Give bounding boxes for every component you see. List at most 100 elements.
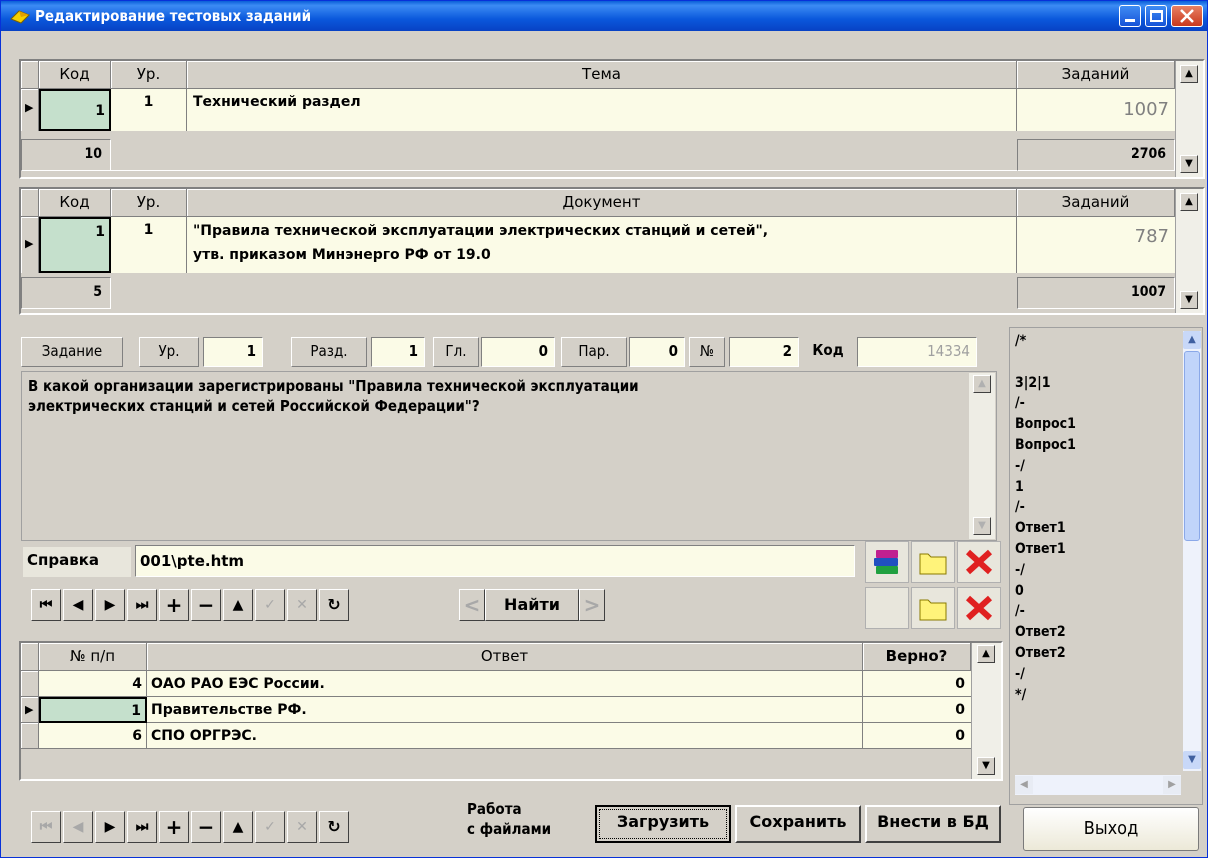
db-button[interactable]: Внести в БД	[865, 805, 1001, 843]
scroll-up-icon[interactable]: ▲	[973, 375, 991, 393]
question-textarea[interactable]: В какой организации зарегистрированы "Пр…	[21, 371, 997, 541]
nav-last-button[interactable]: ⏭	[127, 589, 157, 621]
close-button[interactable]	[1171, 5, 1203, 27]
topic-code-cell[interactable]: 1	[39, 89, 111, 131]
col-header-topic[interactable]: Тема	[187, 61, 1017, 89]
nav-next-button[interactable]: ▶	[95, 589, 125, 621]
help-path-input[interactable]: 001\pte.htm	[135, 545, 855, 577]
answer-num-cell[interactable]: 6	[39, 723, 147, 749]
file-line	[1015, 352, 1179, 373]
col-header-num[interactable]: № п/п	[39, 643, 147, 671]
row-indicator[interactable]: ▶	[21, 89, 39, 131]
open-folder-button-2[interactable]	[911, 587, 955, 629]
file-hscrollbar[interactable]: ◀ ▶	[1015, 775, 1181, 795]
answers-scrollbar[interactable]: ▲ ▼	[971, 643, 1001, 779]
scroll-left-icon[interactable]: ◀	[1015, 776, 1033, 794]
answer-text-cell[interactable]: СПО ОРГРЭС.	[147, 723, 863, 749]
nav-refresh-button[interactable]: ↻	[319, 589, 349, 621]
nav-cancel-button[interactable]: ✕	[287, 589, 317, 621]
nav-edit-button[interactable]: ▲	[223, 589, 253, 621]
load-button[interactable]: Загрузить	[595, 805, 731, 843]
books-button[interactable]	[865, 541, 909, 583]
scroll-down-icon[interactable]: ▼	[973, 517, 991, 535]
col-header-code[interactable]: Код	[39, 189, 111, 217]
answer-nav-prev-button[interactable]: ◀	[63, 811, 93, 843]
documents-scrollbar[interactable]: ▲ ▼	[1175, 189, 1203, 313]
col-header-count[interactable]: Заданий	[1017, 189, 1175, 217]
topic-count-cell[interactable]: 1007	[1017, 89, 1175, 131]
answer-num-cell[interactable]: 1	[39, 697, 147, 723]
answer-nav-post-button[interactable]: ✓	[255, 811, 285, 843]
row-indicator[interactable]: ▶	[21, 697, 39, 723]
answer-nav-delete-button[interactable]: −	[191, 811, 221, 843]
scroll-up-icon[interactable]: ▲	[1183, 331, 1201, 349]
nav-prev-button[interactable]: ◀	[63, 589, 93, 621]
save-button[interactable]: Сохранить	[735, 805, 861, 843]
document-count-cell[interactable]: 787	[1017, 217, 1175, 273]
task-paragraph-value[interactable]: 0	[629, 337, 685, 367]
topics-scrollbar[interactable]: ▲ ▼	[1175, 61, 1203, 177]
find-button[interactable]: Найти	[485, 589, 579, 621]
scroll-up-icon[interactable]: ▲	[1180, 65, 1198, 83]
col-header-document[interactable]: Документ	[187, 189, 1017, 217]
file-content-text: /* 3|2|1 /- Вопрос1 Вопрос1 -/ 1 /- Ответ1 Ответ…	[1015, 331, 1179, 771]
answer-correct-cell[interactable]: 0	[863, 723, 971, 749]
find-next-button[interactable]: >	[579, 589, 605, 621]
col-header-code[interactable]: Код	[39, 61, 111, 89]
task-number-value[interactable]: 2	[729, 337, 799, 367]
answer-text-cell[interactable]: Правительстве РФ.	[147, 697, 863, 723]
document-code-cell[interactable]: 1	[39, 217, 111, 273]
scroll-down-icon[interactable]: ▼	[1180, 155, 1198, 173]
file-scrollbar[interactable]: ▲ ▼	[1183, 331, 1201, 771]
answer-nav-first-button[interactable]: ⏮	[31, 811, 61, 843]
files-label-line1: Работа	[467, 800, 522, 818]
answer-nav-edit-button[interactable]: ▲	[223, 811, 253, 843]
document-level-cell[interactable]: 1	[111, 217, 187, 273]
task-chapter-value[interactable]: 0	[481, 337, 555, 367]
scroll-right-icon[interactable]: ▶	[1163, 776, 1181, 794]
disabled-tool-button[interactable]	[865, 587, 909, 629]
answer-num-cell[interactable]: 4	[39, 671, 147, 697]
scroll-thumb[interactable]	[1184, 351, 1200, 541]
question-scrollbar[interactable]: ▲ ▼	[969, 373, 995, 539]
answer-correct-cell[interactable]: 0	[863, 697, 971, 723]
answer-nav-add-button[interactable]: +	[159, 811, 189, 843]
scroll-down-icon[interactable]: ▼	[1183, 751, 1201, 769]
document-name-cell[interactable]: "Правила технической эксплуатации электр…	[187, 217, 1017, 273]
delete-button-2[interactable]	[957, 587, 1001, 629]
answer-nav-last-button[interactable]: ⏭	[127, 811, 157, 843]
answer-nav-refresh-button[interactable]: ↻	[319, 811, 349, 843]
nav-first-button[interactable]: ⏮	[31, 589, 61, 621]
delete-help-button[interactable]	[957, 541, 1001, 583]
col-header-level[interactable]: Ур.	[111, 61, 187, 89]
row-indicator[interactable]	[21, 671, 39, 697]
answer-nav-next-button[interactable]: ▶	[95, 811, 125, 843]
scroll-down-icon[interactable]: ▼	[1180, 291, 1198, 309]
scroll-down-icon[interactable]: ▼	[977, 757, 995, 775]
nav-add-button[interactable]: +	[159, 589, 189, 621]
maximize-button[interactable]	[1145, 5, 1167, 27]
nav-post-button[interactable]: ✓	[255, 589, 285, 621]
col-header-count[interactable]: Заданий	[1017, 61, 1175, 89]
minimize-button[interactable]	[1119, 5, 1141, 27]
row-indicator[interactable]: ▶	[21, 217, 39, 273]
task-section-label: Разд.	[291, 337, 367, 367]
find-prev-button[interactable]: <	[459, 589, 485, 621]
answer-correct-cell[interactable]: 0	[863, 671, 971, 697]
scroll-up-icon[interactable]: ▲	[977, 645, 995, 663]
answer-nav-cancel-button[interactable]: ✕	[287, 811, 317, 843]
topic-name-cell[interactable]: Технический раздел	[187, 89, 1017, 131]
task-section-value[interactable]: 1	[371, 337, 425, 367]
scroll-up-icon[interactable]: ▲	[1180, 193, 1198, 211]
nav-delete-button[interactable]: −	[191, 589, 221, 621]
task-level-value[interactable]: 1	[203, 337, 263, 367]
exit-button[interactable]: Выход	[1023, 807, 1199, 851]
row-indicator[interactable]	[21, 723, 39, 749]
topics-footer-count: 10	[21, 139, 111, 171]
col-header-level[interactable]: Ур.	[111, 189, 187, 217]
col-header-answer[interactable]: Ответ	[147, 643, 863, 671]
topic-level-cell[interactable]: 1	[111, 89, 187, 131]
open-folder-button[interactable]	[911, 541, 955, 583]
col-header-correct[interactable]: Верно?	[863, 643, 971, 671]
answer-text-cell[interactable]: ОАО РАО ЕЭС России.	[147, 671, 863, 697]
